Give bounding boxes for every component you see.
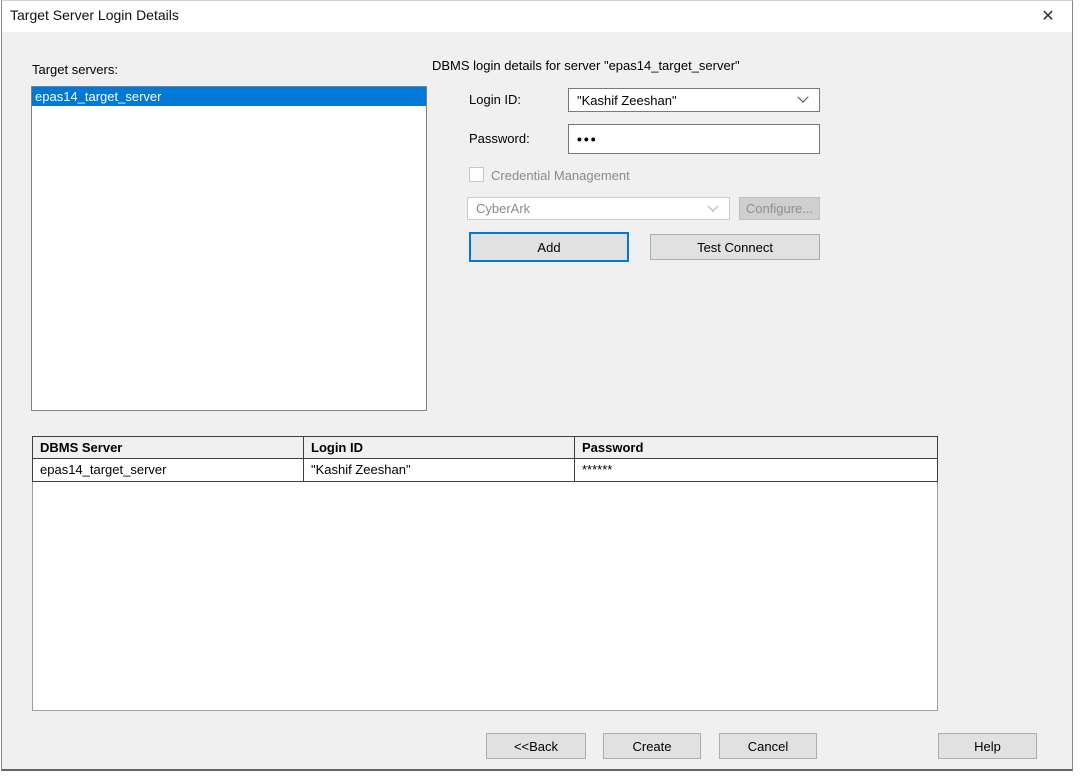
- chevron-down-icon: [797, 92, 808, 103]
- table-row[interactable]: epas14_target_server "Kashif Zeeshan" **…: [33, 459, 937, 481]
- login-id-label: Login ID:: [469, 92, 521, 107]
- table-header-row: DBMS Server Login ID Password: [33, 437, 937, 459]
- column-header-login-id[interactable]: Login ID: [304, 437, 575, 458]
- dbms-login-details-heading: DBMS login details for server "epas14_ta…: [432, 58, 740, 73]
- dbms-login-table[interactable]: DBMS Server Login ID Password epas14_tar…: [32, 436, 938, 711]
- table-grid: DBMS Server Login ID Password epas14_tar…: [32, 436, 938, 482]
- credential-provider-value: CyberArk: [468, 201, 709, 216]
- login-id-value: "Kashif Zeeshan": [569, 93, 799, 108]
- password-masked-value: •••: [569, 131, 598, 147]
- column-header-password[interactable]: Password: [575, 437, 937, 458]
- chevron-down-icon: [707, 200, 718, 211]
- column-header-dbms-server[interactable]: DBMS Server: [33, 437, 304, 458]
- back-button[interactable]: <<Back: [486, 733, 586, 759]
- titlebar: Target Server Login Details ✕: [2, 1, 1072, 32]
- cell-password: ******: [575, 459, 937, 481]
- login-id-combobox[interactable]: "Kashif Zeeshan": [568, 88, 820, 112]
- dialog-title: Target Server Login Details: [10, 7, 179, 23]
- cancel-button[interactable]: Cancel: [719, 733, 817, 759]
- credential-management-checkbox[interactable]: [469, 167, 484, 182]
- help-button[interactable]: Help: [938, 733, 1037, 759]
- credential-management-label: Credential Management: [491, 168, 630, 183]
- credential-provider-combobox: CyberArk: [467, 197, 730, 220]
- configure-button: Configure...: [739, 197, 820, 220]
- screen: Target Server Login Details ✕ Target ser…: [0, 0, 1080, 783]
- target-server-login-details-dialog: Target Server Login Details ✕ Target ser…: [1, 0, 1073, 771]
- cell-login-id: "Kashif Zeeshan": [304, 459, 575, 481]
- test-connect-button[interactable]: Test Connect: [650, 234, 820, 260]
- add-button[interactable]: Add: [469, 232, 629, 262]
- create-button[interactable]: Create: [603, 733, 701, 759]
- close-icon[interactable]: ✕: [1036, 4, 1060, 28]
- list-item-epas14-target-server[interactable]: epas14_target_server: [32, 87, 426, 106]
- cell-dbms-server: epas14_target_server: [33, 459, 304, 481]
- password-field[interactable]: •••: [568, 124, 820, 154]
- target-servers-listbox[interactable]: epas14_target_server: [31, 86, 427, 411]
- target-servers-label: Target servers:: [32, 62, 118, 77]
- password-label: Password:: [469, 131, 530, 146]
